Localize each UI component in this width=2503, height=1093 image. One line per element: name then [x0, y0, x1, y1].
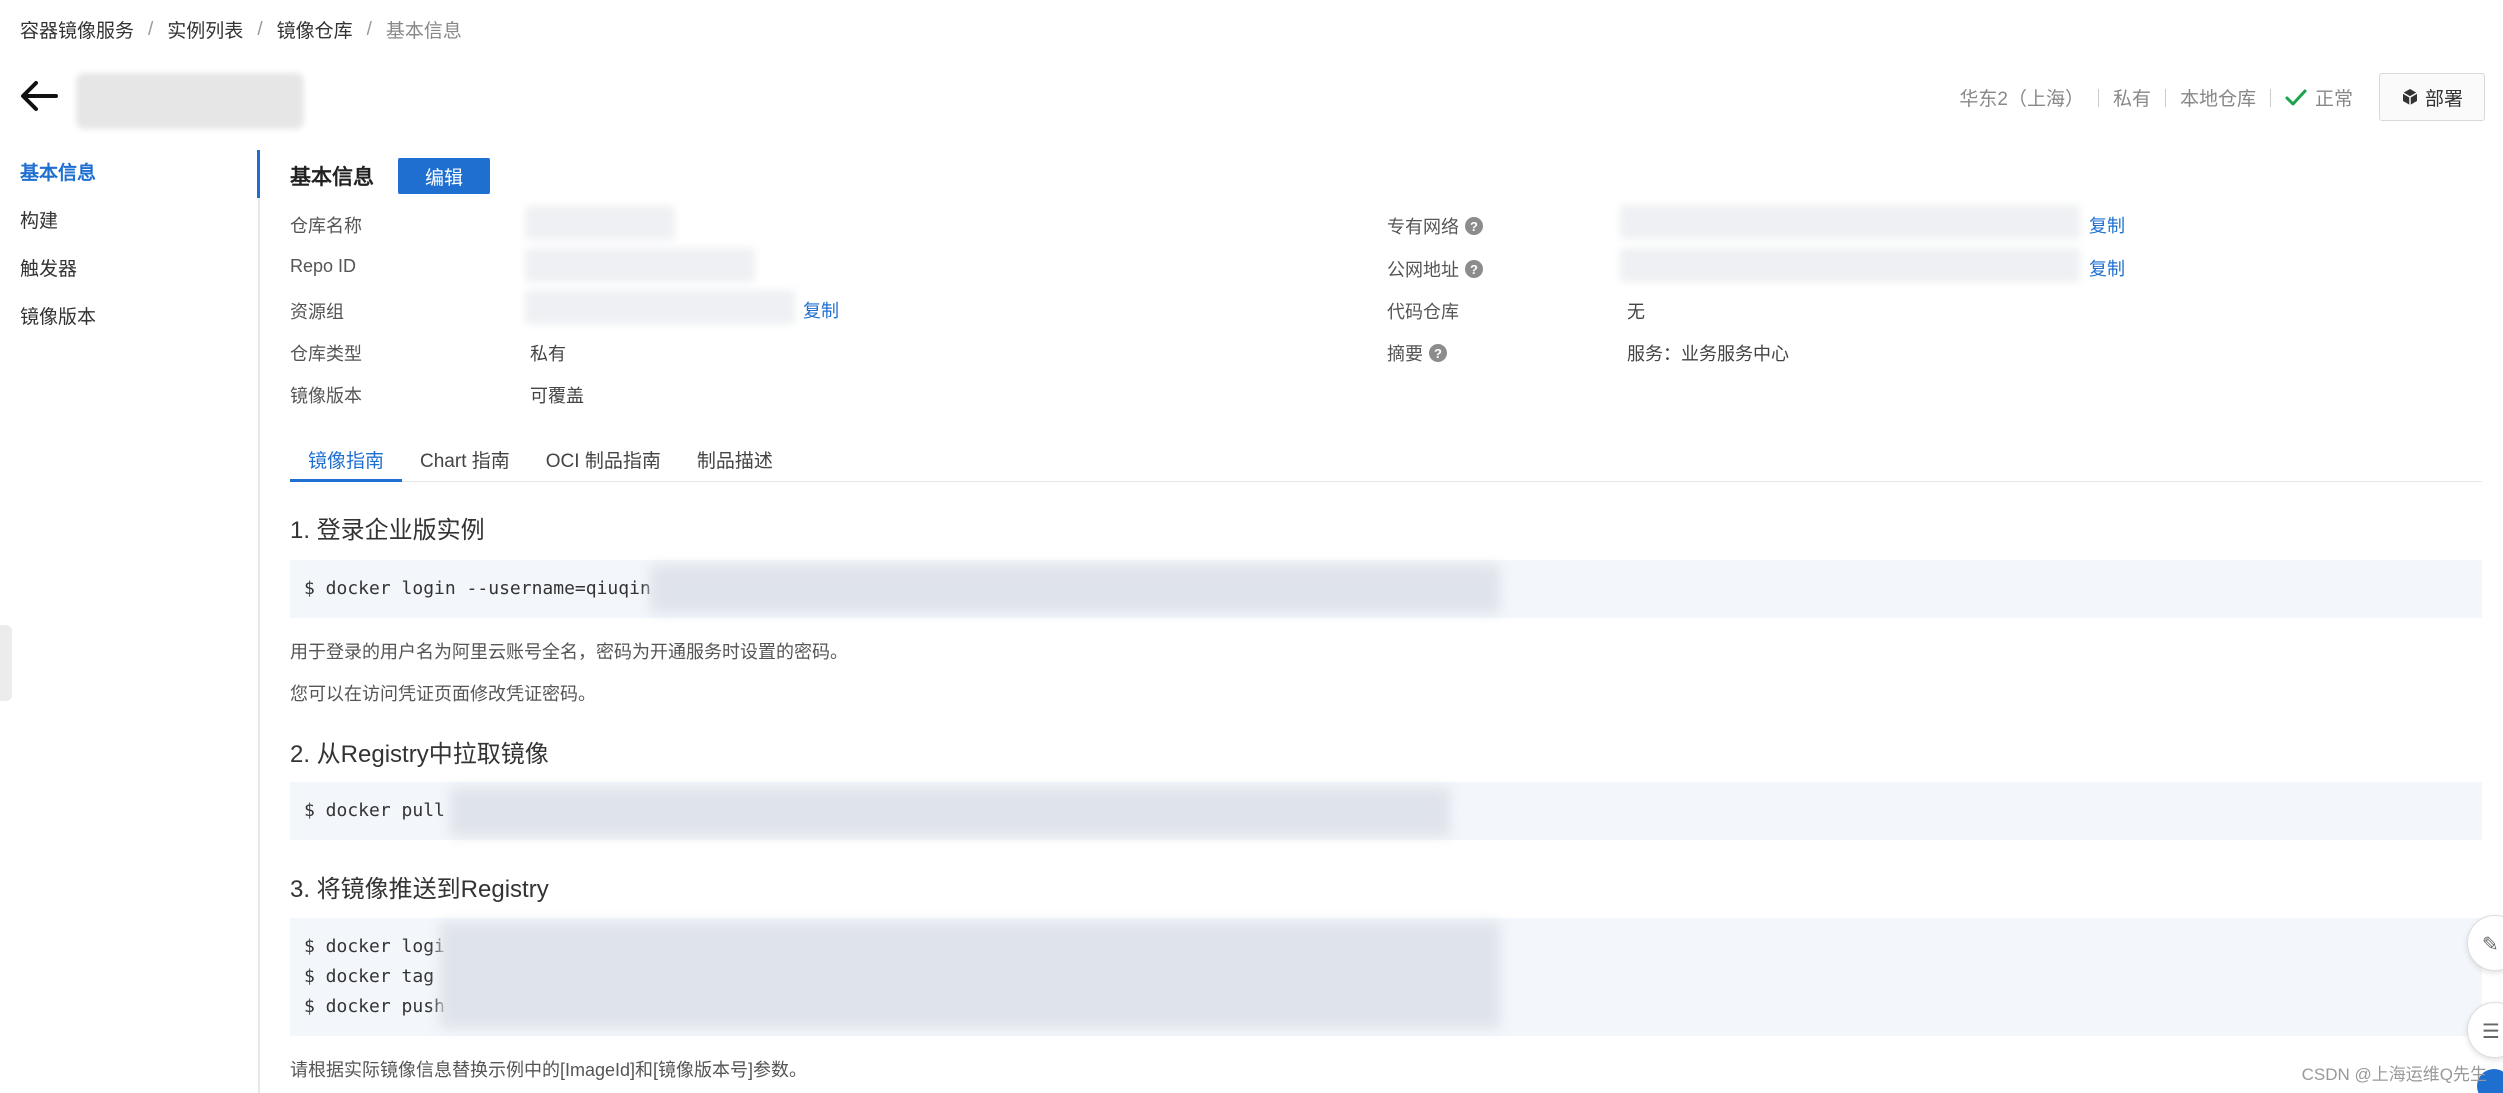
info-row-repo-name: 仓库名称 — [290, 212, 362, 238]
info-row-repo-type: 仓库类型 — [290, 340, 362, 366]
image-version-label: 镜像版本 — [290, 386, 362, 406]
copy-vpc-link[interactable]: 复制 — [2089, 212, 2125, 238]
sidebar: 基本信息 构建 触发器 镜像版本 — [0, 150, 258, 342]
cube-icon — [2402, 89, 2418, 105]
code-repo-value: 无 — [1627, 302, 1645, 322]
breadcrumb-separator: / — [148, 18, 154, 40]
step1-note-1: 用于登录的用户名为阿里云账号全名，密码为开通服务时设置的密码。 — [290, 642, 848, 662]
breadcrumb-item-instances[interactable]: 实例列表 — [167, 16, 243, 43]
vpc-label-text: 专有网络 — [1387, 217, 1459, 237]
breadcrumb-item-service[interactable]: 容器镜像服务 — [20, 16, 134, 43]
sidebar-active-indicator — [257, 150, 260, 198]
sidebar-item-image-versions[interactable]: 镜像版本 — [0, 294, 258, 342]
repo-name-label: 仓库名称 — [290, 216, 362, 236]
info-row-summary: 摘要 ? — [1387, 340, 1447, 366]
tab-oci-guide[interactable]: OCI 制品指南 — [528, 444, 679, 482]
region-label: 华东2（上海） — [1959, 89, 2084, 110]
deploy-button[interactable]: 部署 — [2379, 73, 2485, 121]
sidebar-collapse-handle[interactable] — [0, 625, 12, 701]
repo-status-bar: 华东2（上海） 私有 本地仓库 正常 — [1959, 84, 2353, 111]
info-row-public-address: 公网地址 ? — [1387, 256, 1483, 282]
tab-chart-guide[interactable]: Chart 指南 — [402, 444, 528, 482]
repo-type-value: 私有 — [530, 344, 566, 364]
divider — [2269, 88, 2271, 107]
info-row-resource-group: 资源组 — [290, 298, 344, 324]
repo-type-label: 仓库类型 — [290, 344, 362, 364]
step1-note-2: 您可以在访问凭证页面修改凭证密码。 — [290, 684, 596, 704]
repo-id-value-redacted — [525, 248, 755, 282]
summary-value: 服务：业务服务中心 — [1627, 344, 1789, 364]
info-row-code-repo: 代码仓库 — [1387, 298, 1459, 324]
pencil-icon: ✎ — [2482, 934, 2499, 956]
repo-id-label: Repo ID — [290, 256, 357, 276]
sidebar-item-triggers[interactable]: 触发器 — [0, 246, 258, 294]
summary-label: 摘要 ? — [1387, 340, 1447, 366]
status-text: 正常 — [2314, 89, 2353, 110]
info-row-vpc: 专有网络 ? — [1387, 213, 1483, 239]
breadcrumb: 容器镜像服务 / 实例列表 / 镜像仓库 / 基本信息 — [20, 16, 462, 43]
step3-note: 请根据实际镜像信息替换示例中的[ImageId]和[镜像版本号]参数。 — [290, 1060, 808, 1080]
step1-title: 1. 登录企业版实例 — [290, 517, 485, 544]
public-address-value-redacted — [1620, 248, 2080, 282]
vpc-value-redacted — [1620, 205, 2080, 239]
breadcrumb-item-current: 基本信息 — [385, 21, 462, 42]
step2-title: 2. 从Registry中拉取镜像 — [290, 741, 549, 768]
sidebar-divider — [258, 150, 260, 1093]
watermark: CSDN @上海运维Q先生 — [2301, 1065, 2487, 1084]
repo-name-value-redacted — [525, 206, 675, 240]
sidebar-item-basic-info[interactable]: 基本信息 — [0, 150, 258, 198]
tab-image-guide[interactable]: 镜像指南 — [290, 444, 403, 482]
check-icon — [2285, 89, 2307, 105]
sidebar-item-build[interactable]: 构建 — [0, 198, 258, 246]
resource-group-value-redacted — [525, 290, 795, 324]
repo-title-redacted — [76, 73, 304, 129]
vpc-label: 专有网络 ? — [1387, 213, 1483, 239]
resource-group-label: 资源组 — [290, 302, 344, 322]
edit-button[interactable]: 编辑 — [398, 158, 490, 194]
info-row-image-version: 镜像版本 — [290, 382, 362, 408]
guide-tabs: 镜像指南 Chart 指南 OCI 制品指南 制品描述 — [290, 444, 2482, 482]
visibility-label: 私有 — [2112, 89, 2151, 110]
source-label: 本地仓库 — [2179, 89, 2256, 110]
help-icon[interactable]: ? — [1429, 344, 1447, 362]
help-icon[interactable]: ? — [1465, 260, 1483, 278]
copy-public-address-link[interactable]: 复制 — [2089, 255, 2125, 281]
code-repo-label: 代码仓库 — [1387, 302, 1459, 322]
code-redaction — [650, 565, 1500, 613]
breadcrumb-item-repos[interactable]: 镜像仓库 — [277, 16, 353, 43]
section-title: 基本信息 — [290, 166, 374, 189]
tab-artifact-description[interactable]: 制品描述 — [679, 444, 791, 482]
divider — [2097, 88, 2099, 107]
step3-title: 3. 将镜像推送到Registry — [290, 876, 549, 903]
back-arrow-icon[interactable] — [18, 76, 60, 116]
basic-info-header: 基本信息 编辑 — [290, 158, 490, 194]
summary-label-text: 摘要 — [1387, 344, 1423, 364]
breadcrumb-separator: / — [366, 18, 372, 40]
code-redaction — [440, 922, 1500, 1028]
image-version-value: 可覆盖 — [530, 386, 584, 406]
code-redaction — [450, 788, 1450, 836]
breadcrumb-separator: / — [257, 18, 263, 40]
public-address-label-text: 公网地址 — [1387, 260, 1459, 280]
divider — [2164, 88, 2166, 107]
copy-resource-group-link[interactable]: 复制 — [803, 297, 839, 323]
deploy-button-label: 部署 — [2424, 88, 2463, 110]
public-address-label: 公网地址 ? — [1387, 256, 1483, 282]
status-badge: 正常 — [2285, 84, 2353, 111]
help-icon[interactable]: ? — [1465, 217, 1483, 235]
chat-icon: ☰ — [2482, 1021, 2500, 1043]
info-row-repo-id: Repo ID — [290, 256, 356, 277]
